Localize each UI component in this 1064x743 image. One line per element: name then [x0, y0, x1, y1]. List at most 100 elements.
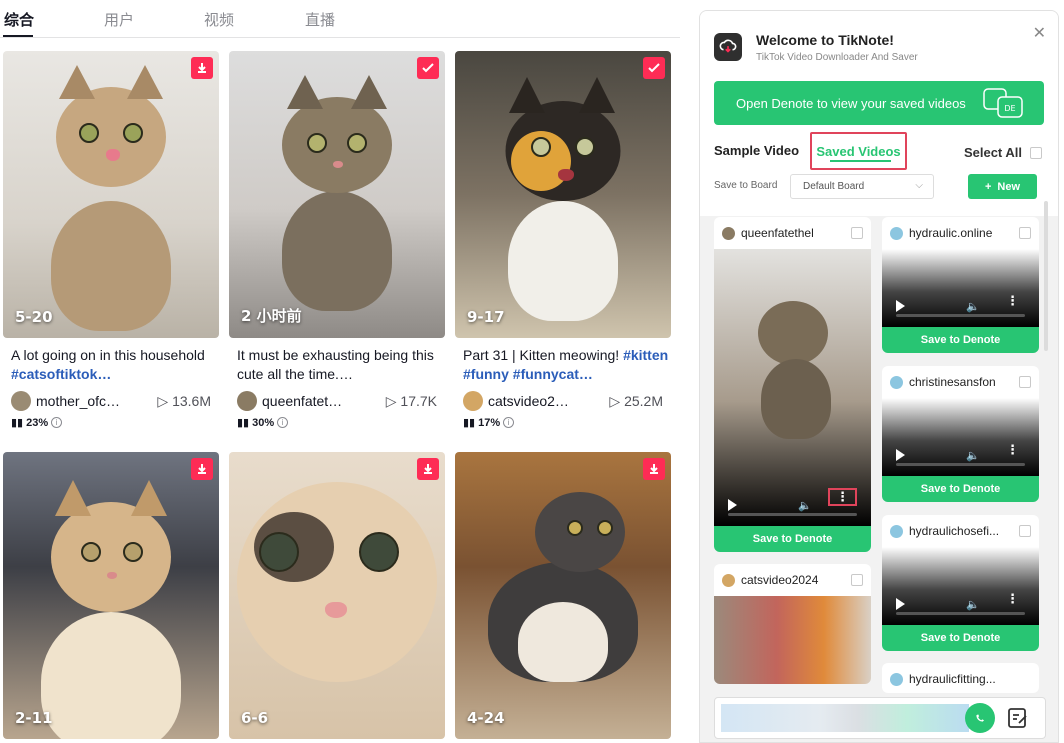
download-badge[interactable]	[417, 458, 439, 480]
edit-note-icon[interactable]	[1007, 706, 1029, 730]
bar-chart-icon: ▮▮	[237, 417, 250, 429]
select-checkbox[interactable]	[1019, 227, 1031, 239]
tab-comprehensive[interactable]: 综合	[4, 9, 34, 30]
board-select[interactable]: Default Board ⌵	[790, 174, 934, 199]
video-card[interactable]: 2 小时前 It must be exhausting being this c…	[229, 51, 445, 429]
tab-saved-videos[interactable]: Saved Videos	[810, 132, 907, 170]
panel-title: Welcome to TikNote!	[756, 32, 894, 48]
panel-subtitle: TikTok Video Downloader And Saver	[756, 52, 918, 63]
volume-icon[interactable]: 🔈	[798, 499, 812, 512]
video-thumbnail[interactable]	[714, 596, 871, 684]
tab-users[interactable]: 用户	[104, 9, 134, 30]
video-thumbnail[interactable]: 6-6	[229, 452, 445, 739]
select-checkbox[interactable]	[851, 227, 863, 239]
tab-videos[interactable]: 视频	[204, 9, 234, 30]
view-count: ▷ 17.7K	[385, 392, 437, 409]
select-checkbox[interactable]	[1019, 525, 1031, 537]
view-count: ▷ 13.6M	[157, 392, 211, 409]
video-player[interactable]: 🔈 ⋮	[882, 547, 1039, 625]
view-count: ▷ 25.2M	[609, 392, 663, 409]
whatsapp-icon[interactable]	[965, 703, 995, 733]
author-name[interactable]: catsvideo2…	[488, 393, 598, 409]
video-player[interactable]: 🔈 ⋮	[882, 249, 1039, 327]
close-icon[interactable]: ✕	[1033, 23, 1046, 43]
video-card[interactable]: 9-17 Part 31 | Kitten meowing! #kitten #…	[455, 51, 671, 429]
more-options-icon: ⋮	[1006, 442, 1019, 457]
new-board-button[interactable]: + New	[968, 174, 1037, 199]
download-badge[interactable]	[643, 458, 665, 480]
video-thumbnail[interactable]: 2-11	[3, 452, 219, 739]
more-options-icon: ⋮	[1006, 591, 1019, 606]
save-to-denote-button[interactable]: Save to Denote	[882, 327, 1039, 353]
video-description[interactable]: It must be exhausting being this cute al…	[229, 346, 445, 384]
more-options-icon[interactable]: ⋮	[828, 488, 857, 506]
avatar[interactable]	[463, 391, 483, 411]
plus-icon: +	[984, 180, 992, 193]
saved-video-card: hydraulic.online 🔈 ⋮ Save to Denote	[882, 217, 1039, 353]
video-date: 2-11	[15, 709, 53, 727]
play-icon[interactable]	[728, 499, 737, 511]
saved-video-user[interactable]: hydraulicfitting...	[909, 672, 1031, 686]
author-name[interactable]: mother_ofc…	[36, 393, 146, 409]
video-card[interactable]: 6-6	[229, 452, 445, 739]
video-thumbnail[interactable]: 5-20	[3, 51, 219, 338]
video-thumbnail[interactable]: 9-17	[455, 51, 671, 338]
avatar	[890, 524, 903, 538]
video-card[interactable]: 5-20 A lot going on in this household #c…	[3, 51, 219, 429]
saved-video-card: queenfatethel 🔈 ⋮ Save to Denote	[714, 217, 871, 552]
author-name[interactable]: queenfatet…	[262, 393, 372, 409]
open-denote-button[interactable]: Open Denote to view your saved videos DE	[714, 81, 1044, 125]
save-to-denote-button[interactable]: Save to Denote	[882, 625, 1039, 651]
video-description[interactable]: Part 31 | Kitten meowing! #kitten #funny…	[455, 346, 671, 384]
save-to-denote-button[interactable]: Save to Denote	[882, 476, 1039, 502]
video-player[interactable]: 🔈 ⋮	[714, 249, 871, 526]
avatar[interactable]	[237, 391, 257, 411]
video-player[interactable]: 🔈 ⋮	[882, 398, 1039, 476]
play-icon	[896, 300, 905, 312]
video-card[interactable]: 4-24	[455, 452, 671, 739]
select-checkbox[interactable]	[1019, 376, 1031, 388]
avatar	[722, 573, 735, 587]
select-all[interactable]: Select All	[964, 145, 1042, 160]
avatar	[890, 375, 903, 389]
progress-bar	[896, 314, 1025, 317]
video-date: 9-17	[467, 308, 505, 326]
engagement-percent: ▮▮ 23% i	[3, 416, 219, 429]
more-options-icon: ⋮	[1006, 293, 1019, 308]
check-badge[interactable]	[417, 57, 439, 79]
saved-video-card: hydraulicfitting...	[882, 663, 1039, 693]
saved-video-user[interactable]: christinesansfon	[909, 375, 1013, 389]
saved-video-user[interactable]: catsvideo2024	[741, 573, 845, 587]
search-tabs: 综合 用户 视频 直播	[0, 0, 680, 38]
engagement-percent: ▮▮ 30% i	[229, 416, 445, 429]
engagement-percent: ▮▮ 17% i	[455, 416, 671, 429]
save-to-denote-button[interactable]: Save to Denote	[714, 526, 871, 552]
saved-video-card: hydraulichosefi... 🔈 ⋮ Save to Denote	[882, 515, 1039, 651]
video-thumbnail[interactable]: 2 小时前	[229, 51, 445, 338]
volume-icon: 🔈	[966, 301, 980, 313]
progress-bar[interactable]	[728, 513, 857, 516]
tab-sample-video[interactable]: Sample Video	[714, 143, 799, 158]
video-card[interactable]: 2-11	[3, 452, 219, 739]
play-icon	[896, 598, 905, 610]
tiknote-panel: Welcome to TikNote! TikTok Video Downloa…	[699, 10, 1059, 743]
info-icon: i	[503, 417, 515, 428]
video-meta: queenfatet… ▷ 17.7K	[229, 390, 445, 412]
saved-video-user[interactable]: queenfatethel	[741, 226, 845, 240]
video-description[interactable]: A lot going on in this household #catsof…	[3, 346, 219, 384]
video-meta: mother_ofc… ▷ 13.6M	[3, 390, 219, 412]
download-badge[interactable]	[191, 57, 213, 79]
video-thumbnail[interactable]: 4-24	[455, 452, 671, 739]
video-date: 2 小时前	[241, 307, 302, 325]
saved-video-user[interactable]: hydraulichosefi...	[909, 524, 1013, 538]
select-checkbox[interactable]	[851, 574, 863, 586]
download-badge[interactable]	[191, 458, 213, 480]
saved-video-card: catsvideo2024	[714, 564, 871, 684]
scrollbar[interactable]	[1044, 201, 1048, 351]
tab-live[interactable]: 直播	[305, 9, 335, 30]
avatar	[890, 226, 903, 240]
tiknote-logo	[714, 33, 742, 61]
avatar[interactable]	[11, 391, 31, 411]
saved-video-user[interactable]: hydraulic.online	[909, 226, 1013, 240]
check-badge[interactable]	[643, 57, 665, 79]
